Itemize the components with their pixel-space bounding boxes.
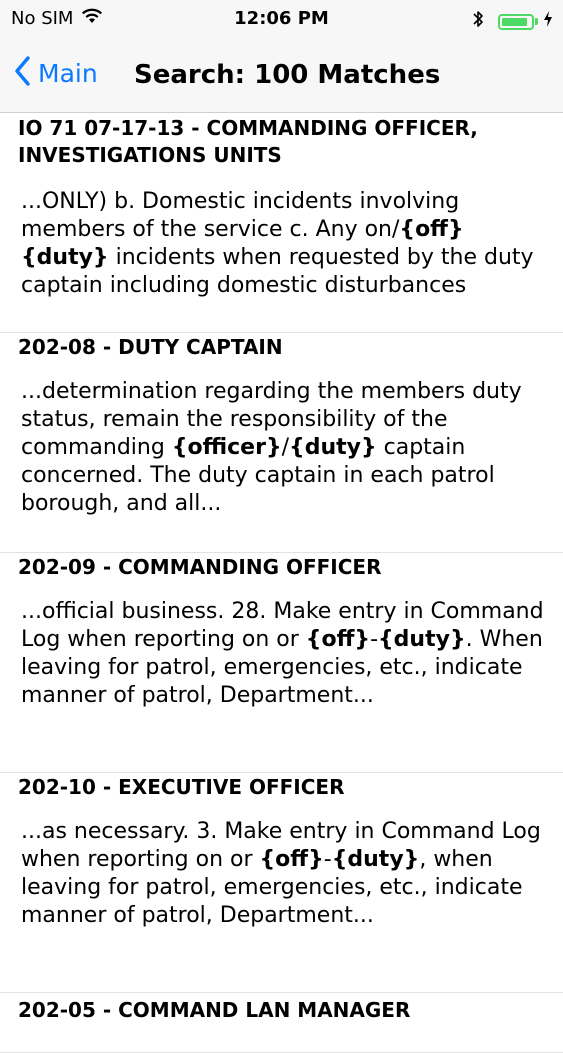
- result-title: 202-08 - DUTY CAPTAIN: [18, 335, 283, 359]
- highlighted-term: {off}: [305, 627, 371, 652]
- battery-fill: [502, 17, 527, 26]
- charging-icon: [543, 11, 553, 32]
- highlighted-term: {duty}: [378, 627, 466, 652]
- search-result-item[interactable]: IO 71 07-17-13 - COMMANDING OFFICER, INV…: [0, 113, 563, 333]
- highlighted-term: {duty}: [331, 847, 420, 872]
- search-result-item[interactable]: 202-05 - COMMAND LAN MANAGER: [0, 993, 563, 1053]
- result-title: 202-10 - EXECUTIVE OFFICER: [18, 775, 345, 799]
- navigation-bar: Main Search: 100 Matches: [0, 40, 563, 113]
- status-bar: No SIM 12:06 PM: [0, 0, 563, 40]
- search-result-item[interactable]: 202-08 - DUTY CAPTAIN ...determination r…: [0, 333, 563, 553]
- chevron-left-icon: [14, 56, 30, 90]
- bluetooth-icon: [472, 9, 484, 34]
- snippet-text: -: [323, 847, 332, 872]
- result-snippet: ...ONLY) b. Domestic incidents involving…: [21, 188, 549, 300]
- snippet-text: /: [281, 435, 290, 460]
- result-snippet: ...determination regarding the members d…: [21, 378, 549, 518]
- search-results-list: IO 71 07-17-13 - COMMANDING OFFICER, INV…: [0, 113, 563, 1053]
- back-button[interactable]: Main: [14, 56, 98, 90]
- result-snippet: ...official business. 28. Make entry in …: [21, 598, 549, 710]
- result-title: 202-09 - COMMANDING OFFICER: [18, 555, 382, 579]
- result-title: IO 71 07-17-13 - COMMANDING OFFICER, INV…: [18, 116, 478, 167]
- search-result-item[interactable]: 202-09 - COMMANDING OFFICER ...official …: [0, 553, 563, 773]
- highlighted-term: {duty}: [21, 245, 109, 270]
- page-title: Search: 100 Matches: [134, 60, 441, 90]
- battery-icon: [498, 13, 534, 30]
- highlighted-term: {officer}: [171, 435, 282, 460]
- result-snippet: ...as necessary. 3. Make entry in Comman…: [21, 818, 549, 930]
- back-label: Main: [38, 58, 98, 88]
- snippet-text: ...ONLY) b. Domestic incidents involving…: [21, 189, 460, 242]
- search-result-item[interactable]: 202-10 - EXECUTIVE OFFICER ...as necessa…: [0, 773, 563, 993]
- result-title: 202-05 - COMMAND LAN MANAGER: [18, 998, 411, 1022]
- snippet-text: -: [370, 627, 379, 652]
- highlighted-term: {duty}: [289, 435, 377, 460]
- status-right: [472, 9, 553, 34]
- highlighted-term: {off}: [399, 217, 464, 242]
- highlighted-term: {off}: [259, 847, 324, 872]
- battery-tip: [535, 18, 538, 25]
